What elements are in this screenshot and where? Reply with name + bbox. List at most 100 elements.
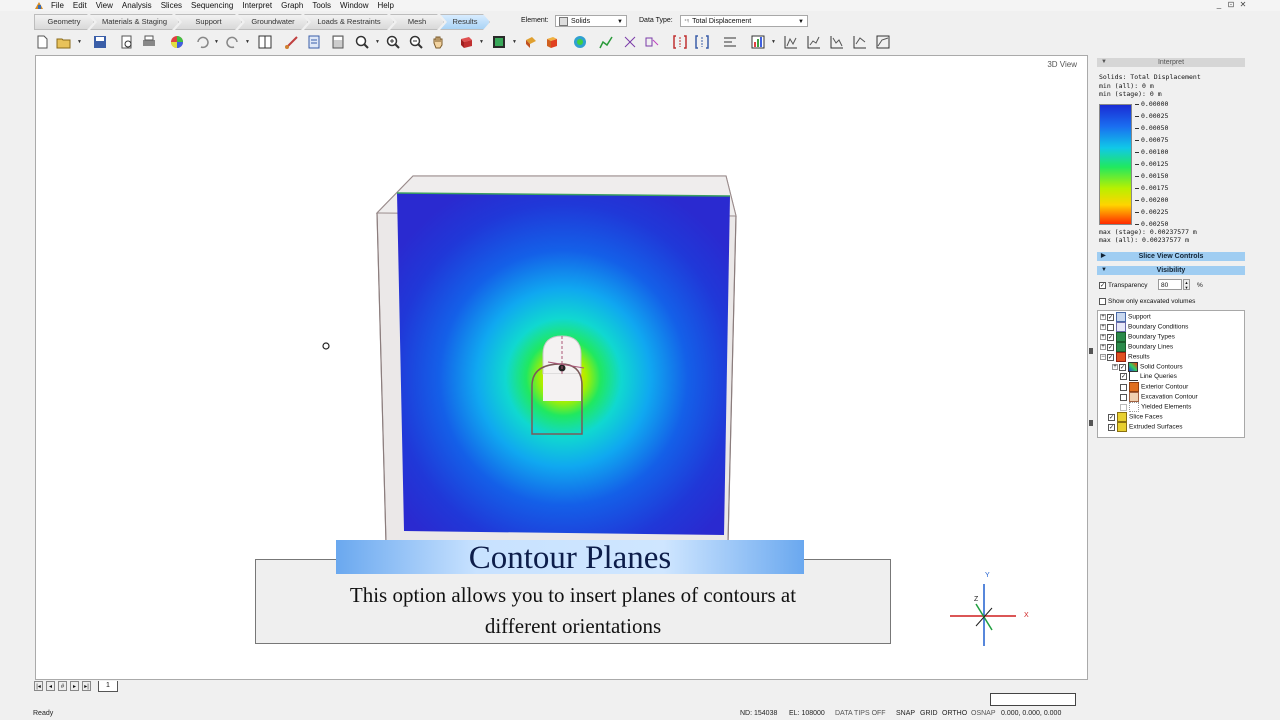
first-sheet-button[interactable]: |◂ <box>34 681 43 691</box>
pan-hand-icon[interactable] <box>430 34 446 50</box>
max-stage: max (stage): 0.00237577 m <box>1099 228 1197 236</box>
transparency-spinner[interactable]: ▲ ▼ <box>1183 279 1190 290</box>
osnap-toggle[interactable]: OSNAP <box>971 710 996 717</box>
redo-icon[interactable] <box>225 34 241 50</box>
tree-item-boundary-types[interactable]: + ✓ Boundary Types <box>1100 332 1175 342</box>
point-query-icon[interactable] <box>622 34 638 50</box>
graph-3-icon[interactable] <box>829 34 845 50</box>
tab-loads-restraints[interactable]: Loads & Restraints <box>304 14 394 30</box>
tree-item-yielded-elements[interactable]: Yielded Elements <box>1120 402 1191 412</box>
tab-groundwater[interactable]: Groundwater <box>238 14 308 30</box>
render-mode-icon[interactable] <box>491 34 507 50</box>
menu-file[interactable]: File <box>51 0 64 11</box>
tab-support[interactable]: Support <box>175 14 242 30</box>
tree-item-excavation-contour[interactable]: Excavation Contour <box>1120 392 1198 402</box>
interpret-header[interactable]: ▼ Interpret <box>1097 58 1245 67</box>
bracket-red-icon[interactable] <box>672 34 688 50</box>
grid-toggle[interactable]: GRID <box>920 710 938 717</box>
slice-query-icon[interactable] <box>644 34 660 50</box>
legend-value: 0.00200 <box>1141 196 1169 204</box>
zoom-in-icon[interactable] <box>385 34 401 50</box>
excavated-checkbox[interactable] <box>1099 297 1106 305</box>
chevron-down-icon[interactable]: ▼ <box>375 40 380 45</box>
tab-results[interactable]: Results <box>440 14 490 30</box>
menu-analysis[interactable]: Analysis <box>122 0 152 11</box>
transparency-checkbox[interactable]: ✓ <box>1099 281 1106 289</box>
splitter-grip[interactable] <box>1089 348 1093 354</box>
toolbar: ▼ ▼ ▼ ▼ ▼ ▼ ▼ <box>30 32 890 53</box>
undo-icon[interactable] <box>194 34 210 50</box>
tab-materials-staging[interactable]: Materials & Staging <box>90 14 179 30</box>
chevron-down-icon[interactable]: ▼ <box>512 40 517 45</box>
chart-icon[interactable] <box>750 34 766 50</box>
properties-icon[interactable] <box>306 34 322 50</box>
sheet-list-button[interactable]: # <box>58 681 67 691</box>
menu-edit[interactable]: Edit <box>73 0 87 11</box>
graph-4-icon[interactable] <box>852 34 868 50</box>
chevron-down-icon[interactable]: ▼ <box>479 40 484 45</box>
tab-mesh[interactable]: Mesh <box>390 14 444 30</box>
line-query-icon[interactable] <box>598 34 614 50</box>
excavation-icon[interactable] <box>523 34 539 50</box>
tree-item-slice-faces[interactable]: ✓ Slice Faces <box>1108 412 1163 422</box>
tree-item-boundary-lines[interactable]: + ✓ Boundary Lines <box>1100 342 1173 352</box>
chevron-down-icon[interactable]: ▼ <box>77 40 82 45</box>
graph-5-icon[interactable] <box>875 34 891 50</box>
graph-2-icon[interactable] <box>806 34 822 50</box>
graph-1-icon[interactable] <box>783 34 799 50</box>
minimize-button[interactable]: _ <box>1213 0 1225 10</box>
open-folder-icon[interactable] <box>56 34 72 50</box>
bracket-blue-icon[interactable] <box>694 34 710 50</box>
close-button[interactable]: ✕ <box>1237 0 1249 10</box>
ortho-toggle[interactable]: ORTHO <box>942 710 967 717</box>
save-icon[interactable] <box>92 34 108 50</box>
snap-toggle[interactable]: SNAP <box>896 710 915 717</box>
color-wheel-icon[interactable] <box>169 34 185 50</box>
tree-item-support[interactable]: + ✓ Support <box>1100 312 1151 322</box>
element-select-value: Solids <box>571 18 591 25</box>
calculator-icon[interactable] <box>330 34 346 50</box>
menu-tools[interactable]: Tools <box>312 0 331 11</box>
tree-item-extruded-surfaces[interactable]: ✓ Extruded Surfaces <box>1108 422 1182 432</box>
prev-sheet-button[interactable]: ◂ <box>46 681 55 691</box>
tree-item-exterior-contour[interactable]: Exterior Contour <box>1120 382 1188 392</box>
zoom-icon[interactable] <box>354 34 370 50</box>
chevron-down-icon[interactable]: ▼ <box>245 40 250 45</box>
slice-view-controls-header[interactable]: ▶ Slice View Controls <box>1097 252 1245 261</box>
next-sheet-button[interactable]: ▸ <box>70 681 79 691</box>
chevron-down-icon[interactable]: ▼ <box>771 40 776 45</box>
visibility-header[interactable]: ▼ Visibility <box>1097 266 1245 275</box>
splitter-grip[interactable] <box>1089 420 1093 426</box>
measure-icon[interactable] <box>284 34 300 50</box>
contour-sphere-icon[interactable] <box>572 34 588 50</box>
menu-interpret[interactable]: Interpret <box>242 0 272 11</box>
menu-window[interactable]: Window <box>340 0 368 11</box>
split-view-icon[interactable] <box>257 34 273 50</box>
solid-view-icon[interactable] <box>458 34 474 50</box>
menu-help[interactable]: Help <box>377 0 393 11</box>
transparency-input[interactable]: 80 <box>1158 279 1182 290</box>
checkbox: ✓ <box>1108 423 1115 431</box>
cube-icon[interactable] <box>544 34 560 50</box>
zoom-out-icon[interactable] <box>408 34 424 50</box>
menu-graph[interactable]: Graph <box>281 0 303 11</box>
tree-item-results[interactable]: − ✓ Results <box>1100 352 1150 362</box>
tab-geometry[interactable]: Geometry <box>34 14 94 30</box>
data-tips-toggle[interactable]: DATA TIPS OFF <box>835 710 886 717</box>
align-icon[interactable] <box>722 34 738 50</box>
menu-slices[interactable]: Slices <box>161 0 182 11</box>
element-select[interactable]: Solids ▼ <box>555 15 627 27</box>
last-sheet-button[interactable]: ▸| <box>82 681 91 691</box>
tree-item-boundary-conditions[interactable]: + Boundary Conditions <box>1100 322 1188 332</box>
new-file-icon[interactable] <box>34 34 50 50</box>
menu-view[interactable]: View <box>96 0 113 11</box>
restore-button[interactable]: ⊡ <box>1225 0 1237 10</box>
print-preview-icon[interactable] <box>119 34 135 50</box>
tree-item-line-queries[interactable]: ✓ Line Queries <box>1120 372 1177 382</box>
data-type-select[interactable]: ⁺ᵞ Total Displacement ▼ <box>680 15 808 27</box>
chevron-down-icon[interactable]: ▼ <box>214 40 219 45</box>
sheet-tab-1[interactable]: 1 <box>98 681 118 692</box>
print-icon[interactable] <box>141 34 157 50</box>
tree-item-solid-contours[interactable]: + ✓ Solid Contours <box>1112 362 1183 372</box>
menu-sequencing[interactable]: Sequencing <box>191 0 233 11</box>
